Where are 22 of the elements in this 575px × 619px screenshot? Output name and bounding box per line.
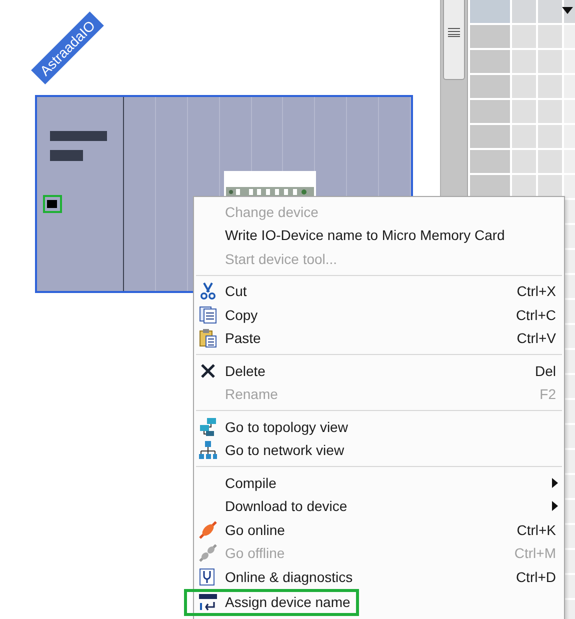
menu-item[interactable]: Go online Ctrl+K <box>194 518 564 542</box>
copy-icon <box>198 304 218 325</box>
rename-tag-icon <box>198 592 218 612</box>
plug-icon <box>198 520 218 540</box>
menu-item[interactable]: Write IO-Device name to Micro Memory Card <box>194 224 564 247</box>
menu-item[interactable]: Go to network view <box>194 438 564 462</box>
unplugged-icon <box>198 543 218 564</box>
menu-item[interactable]: Cut Ctrl+X <box>194 280 564 303</box>
menu-item[interactable]: Download to device <box>194 494 564 518</box>
menu-item[interactable]: Assign device name <box>184 588 360 616</box>
network-icon <box>198 440 218 460</box>
paste-icon <box>198 328 218 348</box>
dropdown-arrow-icon[interactable] <box>562 7 573 14</box>
grip-icon <box>448 28 460 37</box>
menu-item[interactable]: Paste Ctrl+V <box>194 326 564 350</box>
menu-item[interactable]: Online & diagnostics Ctrl+D <box>194 565 564 588</box>
menu-item[interactable]: Go to topology view <box>194 415 564 438</box>
cut-icon <box>198 281 218 302</box>
menu-item[interactable]: Copy Ctrl+C <box>194 303 564 326</box>
menu-item[interactable]: Compile <box>194 471 564 494</box>
menu-item[interactable]: Delete Del <box>194 359 564 382</box>
topology-icon <box>198 416 218 437</box>
